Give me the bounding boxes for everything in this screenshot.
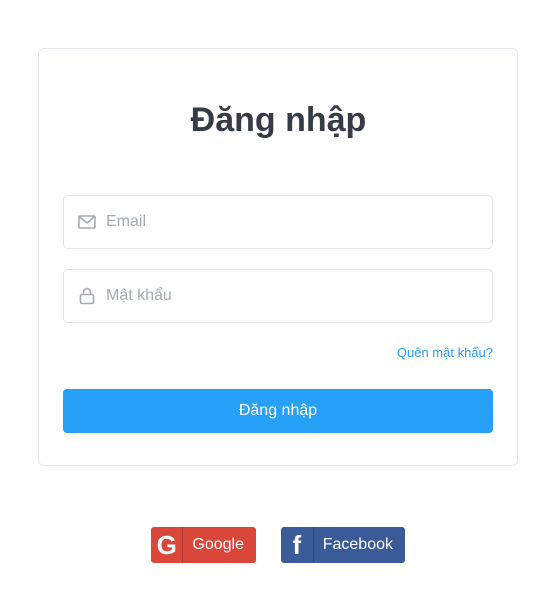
forgot-password-link[interactable]: Quên mật khẩu?	[397, 345, 493, 360]
facebook-icon: f	[281, 527, 314, 563]
login-button[interactable]: Đăng nhập	[63, 389, 493, 433]
password-input[interactable]	[106, 276, 476, 316]
envelope-icon	[77, 212, 97, 232]
page-title: Đăng nhập	[190, 101, 367, 139]
email-input[interactable]	[106, 202, 476, 242]
password-field[interactable]	[63, 269, 493, 323]
google-label: Google	[192, 536, 244, 553]
email-field[interactable]	[63, 195, 493, 249]
google-login-button[interactable]: G Google	[151, 527, 256, 563]
google-icon: G	[151, 527, 184, 563]
facebook-label: Facebook	[322, 536, 393, 553]
facebook-login-button[interactable]: f Facebook	[281, 527, 405, 563]
lock-icon	[77, 286, 97, 306]
